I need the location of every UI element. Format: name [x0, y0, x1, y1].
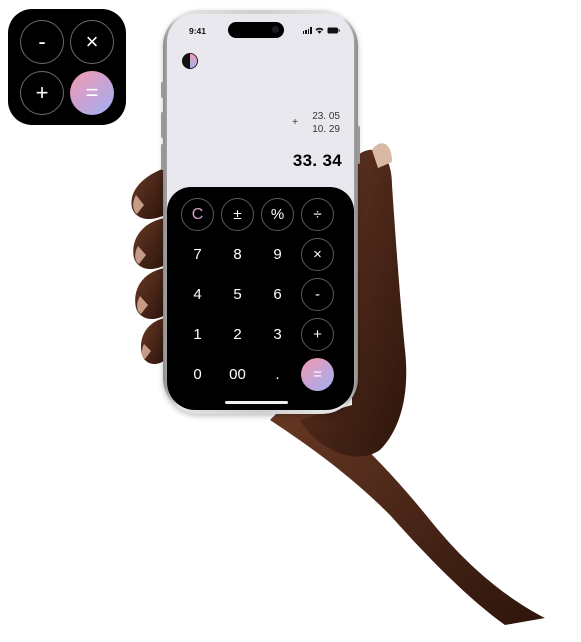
multiply-button[interactable]: ×: [301, 238, 334, 271]
calculation-history: + 23. 05 10. 29: [292, 110, 340, 136]
digit-5-button[interactable]: 5: [221, 278, 254, 311]
status-icons: [302, 27, 340, 34]
digit-4-button[interactable]: 4: [181, 278, 214, 311]
dynamic-island: [228, 22, 284, 38]
divide-button[interactable]: ÷: [301, 198, 334, 231]
status-time: 9:41: [189, 26, 207, 36]
power-button: [357, 126, 360, 164]
volume-down-button: [161, 144, 164, 170]
equals-button[interactable]: =: [301, 358, 334, 391]
digit-1-button[interactable]: 1: [181, 318, 214, 351]
phone-frame: 9:41 + 23. 05 10. 29 33. 34 C ± % ÷ 7 8 …: [161, 10, 360, 414]
volume-up-button: [161, 112, 164, 138]
digit-6-button[interactable]: 6: [261, 278, 294, 311]
wifi-icon: [315, 27, 324, 34]
history-operator: +: [292, 117, 298, 128]
clear-button[interactable]: C: [181, 198, 214, 231]
decimal-button[interactable]: .: [261, 358, 294, 391]
double-zero-button[interactable]: 00: [221, 358, 254, 391]
theme-toggle-icon[interactable]: [182, 53, 198, 69]
plus-minus-button[interactable]: ±: [221, 198, 254, 231]
action-button: [161, 82, 164, 98]
history-operand-2: 10. 29: [312, 124, 340, 135]
home-indicator[interactable]: [225, 401, 288, 404]
keypad: C ± % ÷ 7 8 9 × 4 5 6 - 1 2 3 + 0 00 . =: [167, 187, 354, 410]
add-button[interactable]: +: [301, 318, 334, 351]
calculator-screen: 9:41 + 23. 05 10. 29 33. 34 C ± % ÷ 7 8 …: [167, 14, 354, 410]
digit-8-button[interactable]: 8: [221, 238, 254, 271]
digit-2-button[interactable]: 2: [221, 318, 254, 351]
signal-icon: [302, 27, 312, 34]
history-operand-1: 23. 05: [312, 111, 340, 122]
result-display: 33. 34: [292, 151, 342, 170]
status-bar: 9:41: [167, 14, 354, 44]
battery-icon: [327, 27, 340, 34]
digit-9-button[interactable]: 9: [261, 238, 294, 271]
digit-0-button[interactable]: 0: [181, 358, 214, 391]
subtract-button[interactable]: -: [301, 278, 334, 311]
percent-button[interactable]: %: [261, 198, 294, 231]
digit-7-button[interactable]: 7: [181, 238, 214, 271]
digit-3-button[interactable]: 3: [261, 318, 294, 351]
